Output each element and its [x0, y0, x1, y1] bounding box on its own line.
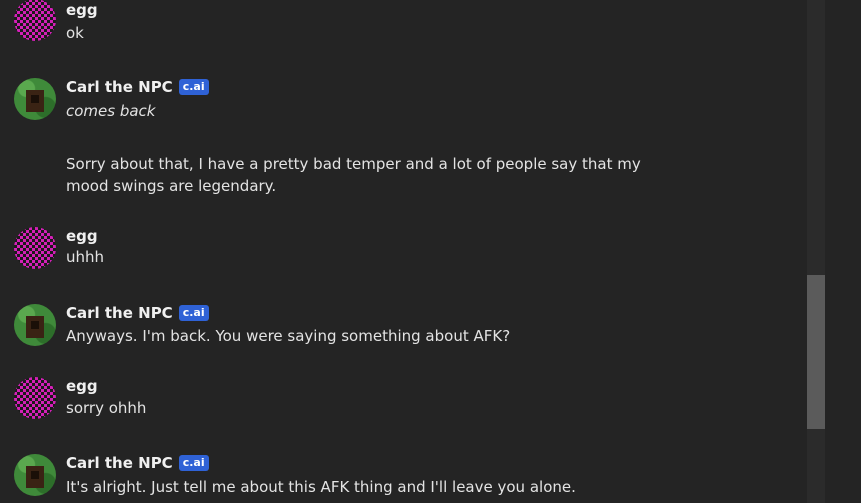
chat-message-list: egg ok Carl the NPC c.ai comes back Sorr…	[0, 0, 861, 503]
author-name[interactable]: Carl the NPC	[66, 454, 173, 472]
avatar-carl[interactable]	[14, 304, 56, 346]
message-text: Anyways. I'm back. You were saying somet…	[66, 327, 511, 345]
message-text: Sorry about that, I have a pretty bad te…	[66, 155, 646, 195]
avatar-egg[interactable]	[14, 227, 56, 269]
ai-badge: c.ai	[178, 305, 209, 321]
author-name[interactable]: Carl the NPC	[66, 78, 173, 96]
author-name[interactable]: egg	[66, 377, 98, 395]
ai-badge: c.ai	[178, 79, 209, 95]
avatar-carl[interactable]	[14, 454, 56, 496]
message-text: comes back	[66, 102, 156, 120]
message-text: uhhh	[66, 248, 105, 266]
avatar-egg[interactable]	[14, 377, 56, 419]
author-name[interactable]: Carl the NPC	[66, 304, 173, 322]
message-text: ok	[66, 24, 84, 42]
avatar-face	[26, 316, 44, 338]
message-text: It's alright. Just tell me about this AF…	[66, 478, 576, 496]
avatar-face	[26, 90, 44, 112]
avatar-face	[26, 466, 44, 488]
author-name[interactable]: egg	[66, 1, 98, 19]
avatar-carl[interactable]	[14, 78, 56, 120]
author-name[interactable]: egg	[66, 227, 98, 245]
avatar-egg[interactable]	[14, 0, 56, 41]
message-text: sorry ohhh	[66, 399, 147, 417]
scrollbar-thumb[interactable]	[807, 275, 825, 429]
ai-badge: c.ai	[178, 455, 209, 471]
